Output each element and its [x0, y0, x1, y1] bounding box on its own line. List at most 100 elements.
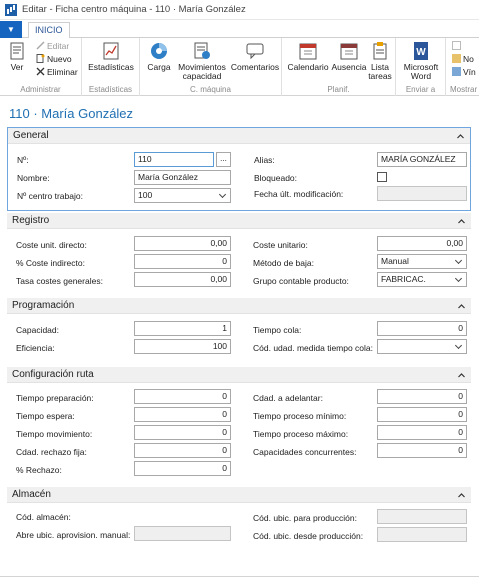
section-almacen: Almacén Cód. almacén: Abre ubic. aprovis…: [7, 487, 471, 547]
tasa-costes-field[interactable]: 0,00: [134, 272, 231, 287]
section-programacion: Programación Capacidad: 1 Eficiencia: 10…: [7, 298, 471, 360]
tiempo-cola-field[interactable]: 0: [377, 321, 467, 336]
cod-ubic-para-produccion-label: Cód. ubic. para producción:: [253, 513, 357, 523]
editar-label: Editar: [47, 41, 70, 51]
capacidad-label: Capacidad:: [16, 325, 60, 335]
pct-rechazo-field[interactable]: 0: [134, 461, 231, 476]
coste-directo-field[interactable]: 0,00: [134, 236, 231, 251]
lista-tareas-button[interactable]: Lista tareas: [367, 41, 393, 81]
capacidades-concurrentes-label: Capacidades concurrentes:: [253, 447, 357, 457]
group-label-estadisticas: Estadísticas: [88, 85, 133, 94]
tab-inicio[interactable]: INICIO: [28, 22, 70, 39]
metodo-baja-label: Método de baja:: [253, 258, 314, 268]
estadisticas-button[interactable]: Estadísticas: [86, 41, 136, 72]
page-title: 110 · María González: [9, 106, 134, 121]
section-title-configuracion-ruta: Configuración ruta: [12, 369, 94, 380]
nuevo-button[interactable]: Nuevo: [36, 54, 72, 64]
cod-almacen-label: Cód. almacén:: [16, 512, 71, 522]
ribbon: Ver Editar Nuevo Eliminar Administrar Es…: [0, 38, 479, 96]
centro-trabajo-select[interactable]: 100: [134, 188, 231, 203]
carga-button[interactable]: Carga: [144, 41, 174, 72]
abre-ubic-label: Abre ubic. aprovision. manual:: [16, 530, 131, 540]
tiempo-espera-field[interactable]: 0: [134, 407, 231, 422]
capacidad-field[interactable]: 1: [134, 321, 231, 336]
group-c-maquina: Carga Movimientos capacidad Comentarios …: [140, 38, 282, 96]
ribbon-tabs: ▼ INICIO: [0, 21, 479, 39]
load-icon: [151, 43, 167, 59]
cdad-adelantar-label: Cdad. a adelantar:: [253, 393, 323, 403]
no-assist-button[interactable]: ...: [216, 152, 231, 167]
bloqueado-label: Bloqueado:: [254, 173, 298, 183]
comentarios-button[interactable]: Comentarios: [230, 41, 280, 72]
calendario-button[interactable]: Calendario: [285, 41, 331, 72]
group-estadisticas: Estadísticas Estadísticas: [82, 38, 140, 96]
grupo-contable-label: Grupo contable producto:: [253, 276, 349, 286]
cdad-rechazo-field[interactable]: 0: [134, 443, 231, 458]
eliminar-label: Eliminar: [47, 67, 78, 77]
centro-trabajo-label: Nº centro trabajo:: [17, 191, 83, 201]
ausencia-button[interactable]: Ausencia: [331, 41, 367, 72]
cdad-adelantar-field[interactable]: 0: [377, 389, 467, 404]
pencil-icon: [36, 41, 45, 50]
cod-almacen-field[interactable]: [134, 508, 231, 523]
tiempo-maximo-field[interactable]: 0: [377, 425, 467, 440]
app-icon: [5, 4, 17, 16]
eliminar-button[interactable]: Eliminar: [36, 67, 78, 77]
tiempo-minimo-label: Tiempo proceso mínimo:: [253, 411, 347, 421]
cod-ubic-para-produccion-field: [377, 509, 467, 524]
editar-button[interactable]: Editar: [36, 41, 69, 51]
tiempo-movimiento-label: Tiempo movimiento:: [16, 429, 93, 439]
tiempo-preparacion-field[interactable]: 0: [134, 389, 231, 404]
nuevo-label: Nuevo: [47, 54, 72, 64]
bottom-border: [0, 576, 479, 585]
metodo-baja-select[interactable]: Manual: [377, 254, 467, 269]
group-planif: Calendario Ausencia Lista tareas Planif.: [282, 38, 396, 96]
tiempo-minimo-field[interactable]: 0: [377, 407, 467, 422]
alias-field[interactable]: MARÍA GONZÁLEZ: [377, 152, 467, 167]
grupo-contable-select[interactable]: FABRICAC.: [377, 272, 467, 287]
file-menu-button[interactable]: ▼: [0, 21, 22, 38]
nombre-field[interactable]: María González: [134, 170, 231, 185]
comentarios-label: Comentarios: [230, 62, 280, 72]
section-title-general: General: [13, 130, 49, 141]
abre-ubic-field: [134, 526, 231, 541]
collapse-icon: [458, 493, 465, 498]
mostrar-item-0[interactable]: [452, 41, 463, 51]
eficiencia-field[interactable]: 100: [134, 339, 231, 354]
tiempo-movimiento-field[interactable]: 0: [134, 425, 231, 440]
delete-icon: [36, 67, 45, 76]
mostrar-item-2-label: Vín: [463, 67, 476, 77]
udad-medida-select[interactable]: [377, 339, 467, 354]
coste-unitario-field[interactable]: 0,00: [377, 236, 467, 251]
section-header-configuracion-ruta[interactable]: Configuración ruta: [7, 367, 471, 383]
section-general: General Nº: 110 ... Nombre: María Gonzál…: [7, 127, 471, 211]
option-icon: [452, 41, 461, 50]
bloqueado-checkbox[interactable]: [377, 172, 387, 182]
mostrar-item-1[interactable]: No: [452, 54, 474, 64]
word-label-2: Word: [410, 71, 432, 81]
no-field[interactable]: 110: [134, 152, 214, 167]
movimientos-capacidad-button[interactable]: Movimientos capacidad: [174, 41, 230, 81]
udad-medida-label: Cód. udad. medida tiempo cola:: [253, 343, 374, 353]
section-header-general[interactable]: General: [8, 128, 470, 144]
movimientos-label-2: capacidad: [182, 71, 222, 81]
mostrar-item-2[interactable]: Vín: [452, 67, 476, 77]
capacidades-concurrentes-field[interactable]: 0: [377, 443, 467, 458]
tiempo-maximo-label: Tiempo proceso máximo:: [253, 429, 349, 439]
collapse-icon: [458, 304, 465, 309]
tiempo-espera-label: Tiempo espera:: [16, 411, 75, 421]
word-icon: W: [414, 42, 428, 60]
nombre-label: Nombre:: [17, 173, 50, 183]
statistics-icon: [103, 42, 119, 60]
group-label-c-maquina: C. máquina: [190, 85, 231, 94]
group-label-enviar-a: Enviar a: [405, 85, 436, 94]
coste-indirecto-field[interactable]: 0: [134, 254, 231, 269]
section-header-almacen[interactable]: Almacén: [7, 487, 471, 503]
estadisticas-label: Estadísticas: [88, 62, 134, 72]
ver-button[interactable]: Ver: [4, 41, 30, 72]
cdad-rechazo-label: Cdad. rechazo fija:: [16, 447, 87, 457]
section-header-registro[interactable]: Registro: [7, 213, 471, 229]
section-header-programacion[interactable]: Programación: [7, 298, 471, 314]
group-label-mostrar: Mostrar: [450, 85, 478, 94]
microsoft-word-button[interactable]: W Microsoft Word: [398, 41, 444, 81]
